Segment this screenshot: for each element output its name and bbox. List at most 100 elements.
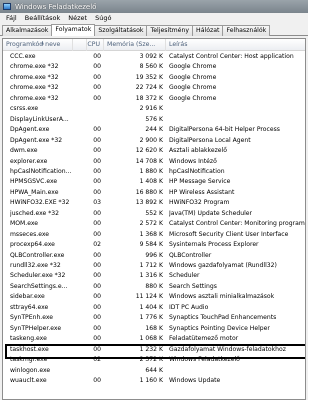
process-memory: 2 372 K — [139, 356, 163, 364]
table-row[interactable]: dwm.exe 00 12 620 K Asztali ablakkezelő — [3, 146, 305, 156]
tab-applications[interactable]: Alkalmazások — [2, 25, 53, 36]
process-name: HWiNFO32.EXE *32 — [10, 199, 70, 207]
process-name: DpAgent.exe — [10, 126, 50, 134]
table-row[interactable]: jusched.exe *32 00 552 K Java(TM) Update Sc… — [3, 209, 305, 219]
process-cpu: 02 — [93, 241, 101, 249]
menu-bar: Fájl Beállítások Nézet Súgó — [0, 13, 308, 24]
process-cpu: 00 — [93, 178, 101, 186]
table-row[interactable]: SearchSettings.e... 00 880 K Search Setting… — [3, 282, 305, 292]
table-row[interactable]: msseces.exe 00 1 368 K Microsoft Security C… — [3, 230, 305, 240]
table-row[interactable]: rundll32.exe *32 00 1 712 K Windows gazdafo… — [3, 261, 305, 271]
window-title: Windows Feladatkezelő — [15, 2, 97, 11]
menu-file[interactable]: Fájl — [2, 13, 21, 24]
process-description: HWiNFO32 Program — [169, 199, 230, 207]
tab-processes[interactable]: Folyamatok — [51, 24, 96, 36]
tab-users[interactable]: Felhasználók — [222, 25, 271, 36]
process-description: Windows Feladatkezelő — [169, 356, 240, 364]
table-row[interactable]: MOM.exe 00 2 572 K Catalyst Control Center:… — [3, 219, 305, 229]
table-row[interactable]: Scheduler.exe *32 00 1 316 K Scheduler — [3, 271, 305, 281]
table-row[interactable]: explorer.exe 00 14 708 K Windows Intéző — [3, 157, 305, 167]
process-name: SynTPEnh.exe — [10, 314, 54, 322]
table-row[interactable]: sttray64.exe 00 1 404 K IDT PC Audio — [3, 303, 305, 313]
process-memory: 16 880 K — [135, 188, 163, 196]
process-memory: 576 K — [145, 115, 163, 123]
table-row[interactable]: csrss.exe 2 916 K — [3, 104, 305, 114]
process-description: Google Chrome — [169, 73, 217, 81]
process-description: Synaptics TouchPad Enhancements — [169, 314, 277, 322]
process-cpu: 00 — [93, 262, 101, 269]
table-row[interactable]: chrome.exe *32 00 19 352 K Google Chrome — [3, 73, 305, 83]
column-memory[interactable]: Memória (Sze... — [104, 39, 166, 51]
process-name: SearchSettings.e... — [10, 282, 68, 290]
process-name: Scheduler.exe *32 — [10, 272, 66, 280]
process-cpu: 00 — [93, 53, 101, 60]
table-row[interactable]: sidebar.exe 00 11 124 K Windows asztali min… — [3, 292, 305, 302]
process-cpu: 00 — [93, 230, 101, 238]
process-memory: 1 368 K — [139, 230, 163, 238]
column-header: ▲ Programkód neve CPU Memória (Sze... Le… — [3, 39, 305, 51]
table-row[interactable]: chrome.exe *32 00 18 372 K Google Chrome — [3, 94, 305, 104]
process-description: Catalyst Control Center: Host applicatio… — [169, 53, 294, 60]
table-row[interactable]: chrome.exe *32 00 8 560 K Google Chrome — [3, 62, 305, 72]
process-cpu: 00 — [93, 94, 101, 102]
process-memory: 13 892 K — [135, 199, 163, 207]
process-name: SynTPHelper.exe — [10, 324, 62, 332]
process-cpu — [85, 366, 101, 376]
table-row[interactable]: CCC.exe 00 3 092 K Catalyst Control Center:… — [3, 52, 305, 62]
column-name[interactable]: Programkód neve — [3, 39, 73, 51]
table-row-selected[interactable]: taskhost.exe 00 1 232 K Gazdafolyamat Windo… — [3, 343, 305, 359]
table-row[interactable]: procexp64.exe 02 9 584 K Sysinternals Proce… — [3, 240, 305, 250]
table-row[interactable]: HPMSGSVC.exe 00 1 408 K HP Message Service — [3, 177, 305, 187]
menu-view[interactable]: Nézet — [64, 13, 91, 24]
process-memory: 1 160 K — [139, 376, 163, 384]
table-row[interactable]: DpAgent.exe *32 00 2 900 K DigitalPersona L… — [3, 136, 305, 146]
table-row[interactable]: HPWA_Main.exe 00 16 880 K HP Wireless Assis… — [3, 188, 305, 198]
process-description: Google Chrome — [169, 84, 217, 92]
tab-services[interactable]: Szolgáltatások — [94, 25, 148, 36]
process-description: Java(TM) Update Scheduler — [169, 209, 253, 217]
process-description: Sysinternals Process Explorer — [169, 241, 259, 249]
tab-performance[interactable]: Teljesítmény — [146, 25, 194, 36]
table-row[interactable]: DpAgent.exe 00 244 K DigitalPersona 64-bit … — [3, 125, 305, 135]
process-name: taskhost.exe — [10, 345, 49, 353]
process-name: HPMSGSVC.exe — [10, 178, 58, 186]
column-description[interactable]: Leírás — [166, 39, 305, 51]
process-cpu: 00 — [93, 324, 101, 332]
table-row[interactable]: DisplayLinkUserA... 576 K — [3, 115, 305, 125]
process-memory: 1 880 K — [139, 167, 163, 175]
table-row[interactable]: SynTPHelper.exe 00 168 K Synaptics Pointing… — [3, 324, 305, 334]
table-row[interactable]: taskmgr.exe 02 2 372 K Windows Feladatkezel… — [3, 355, 305, 365]
process-cpu: 00 — [93, 209, 101, 217]
process-description: DigitalPersona Local Agent — [169, 136, 251, 144]
process-description: Google Chrome — [169, 63, 217, 71]
process-cpu — [85, 104, 101, 114]
process-name: chrome.exe *32 — [10, 84, 59, 92]
process-description: Windows Intéző — [169, 157, 217, 165]
tab-network[interactable]: Hálózat — [192, 25, 224, 36]
process-description: Catalyst Control Center: Monitoring prog… — [169, 220, 305, 228]
menu-help[interactable]: Súgó — [91, 13, 115, 24]
processes-panel: ▲ Programkód neve CPU Memória (Sze... Le… — [0, 36, 308, 400]
column-cpu[interactable]: CPU — [87, 39, 104, 51]
process-memory: 8 560 K — [139, 63, 163, 71]
table-row[interactable]: wuauclt.exe 00 1 160 K Windows Update — [3, 376, 305, 386]
process-name: explorer.exe — [10, 157, 48, 165]
table-row[interactable]: QLBController.exe 00 996 K QLBController — [3, 251, 305, 261]
process-cpu: 00 — [93, 188, 101, 196]
process-cpu: 00 — [93, 376, 101, 384]
process-name: dwm.exe — [10, 147, 38, 155]
table-row[interactable]: HWiNFO32.EXE *32 03 13 892 K HWiNFO32 Progr… — [3, 198, 305, 208]
tab-strip: Alkalmazások Folyamatok Szolgáltatások T… — [0, 24, 308, 36]
table-row[interactable]: SynTPEnh.exe 00 1 776 K Synaptics TouchPad … — [3, 313, 305, 323]
menu-settings[interactable]: Beállítások — [21, 13, 65, 24]
process-memory: 19 352 K — [135, 73, 163, 81]
column-user[interactable] — [73, 39, 87, 51]
table-row[interactable]: chrome.exe *32 00 22 724 K Google Chrome — [3, 83, 305, 93]
process-list[interactable]: ▲ Programkód neve CPU Memória (Sze... Le… — [2, 38, 306, 400]
process-cpu: 00 — [93, 345, 101, 353]
process-cpu — [85, 115, 101, 125]
table-row[interactable]: hpCaslNotification... 00 1 880 K hpCaslNoti… — [3, 167, 305, 177]
process-cpu: 00 — [93, 314, 101, 322]
table-row[interactable]: winlogon.exe 644 K — [3, 366, 305, 376]
process-description: Google Chrome — [169, 94, 217, 102]
